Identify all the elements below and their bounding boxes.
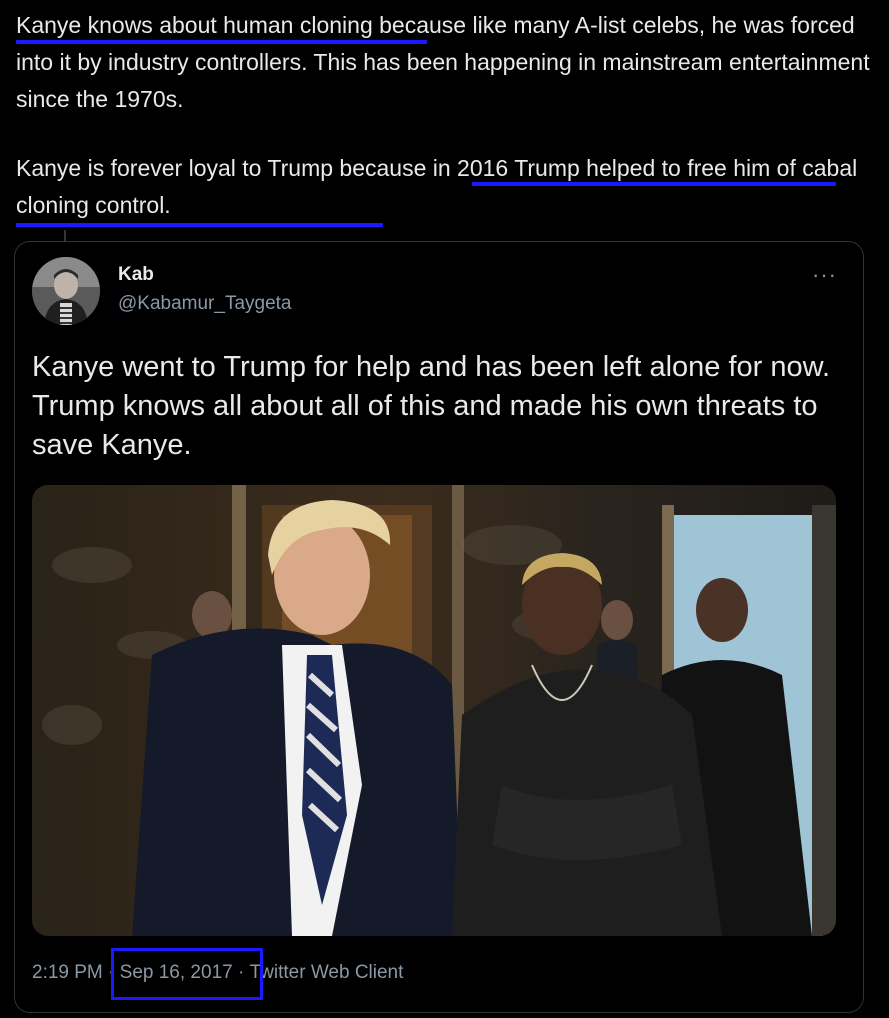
commentary-paragraph-1: Kanye knows about human cloning because … [16,12,870,112]
quoted-tweet-card[interactable]: Kab @Kabamur_Taygeta ··· Kanye went to T… [14,241,864,1013]
annotation-underline [16,40,427,44]
commentary-paragraph-2: Kanye is forever loyal to Trump because … [16,155,858,218]
avatar[interactable] [32,257,100,325]
tweet-source: Twitter Web Client [249,962,404,983]
tweet-text: Kanye went to Trump for help and has bee… [32,351,831,461]
annotation-underline [16,223,383,227]
author-name[interactable]: Kab [118,264,154,286]
tweet-time[interactable]: 2:19 PM [32,962,103,984]
annotation-underline [472,182,836,186]
date-highlight-box [111,948,263,1000]
more-options-icon[interactable]: ··· [812,262,837,288]
tweet-photo[interactable] [32,485,836,936]
author-handle[interactable]: @Kabamur_Taygeta [118,293,292,315]
